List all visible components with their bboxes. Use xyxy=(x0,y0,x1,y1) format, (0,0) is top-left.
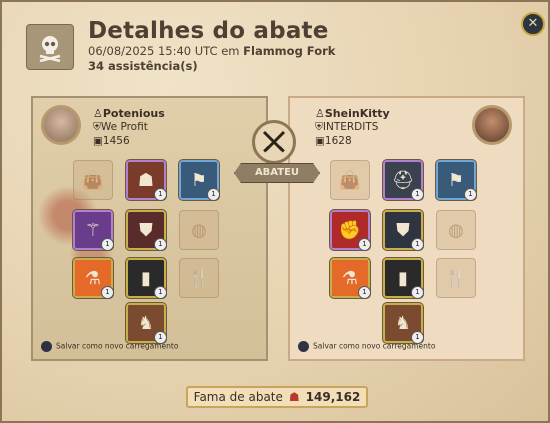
killer-name[interactable]: ♙Potenious xyxy=(93,107,165,120)
victim-avatar[interactable] xyxy=(472,105,512,145)
slot-potion[interactable]: ⚗ 1 xyxy=(330,258,371,299)
quantity-badge: 1 xyxy=(358,238,371,251)
assist-count: 34 assistência(s) xyxy=(88,59,198,73)
quantity-badge: 1 xyxy=(411,286,424,299)
guild-shield-icon: ⛨ xyxy=(315,121,323,133)
victim-save-loadout[interactable]: Salvar como novo carregamento xyxy=(298,341,435,352)
kill-verb-label: ABATEU xyxy=(234,163,320,183)
killer-guild: ⛨We Profit xyxy=(93,121,148,133)
skull-crossbones-icon xyxy=(26,24,74,70)
killer-save-loadout[interactable]: Salvar como novo carregamento xyxy=(41,341,178,352)
slot-bag[interactable]: 👜 xyxy=(330,160,370,200)
kill-datetime: 06/08/2025 15:40 UTC xyxy=(88,44,218,58)
slot-chest[interactable]: ⛊ 1 xyxy=(126,210,167,251)
kill-location: Flammog Fork xyxy=(243,44,336,58)
victim-ip: ▣1628 xyxy=(315,135,352,147)
item-power-icon: ▣ xyxy=(93,135,103,147)
slot-mount[interactable]: ♞ 1 xyxy=(383,303,424,344)
slot-bag[interactable]: 👜 xyxy=(73,160,113,200)
quantity-badge: 1 xyxy=(207,188,220,201)
close-icon: ✕ xyxy=(527,16,539,31)
close-button[interactable]: ✕ xyxy=(521,12,545,36)
quantity-badge: 1 xyxy=(101,286,114,299)
slot-head[interactable]: ☗ 1 xyxy=(126,160,167,201)
slot-shoes[interactable]: ▮ 1 xyxy=(383,258,424,299)
offhand-icon: ◍ xyxy=(191,219,207,241)
save-icon xyxy=(41,341,52,352)
slot-mainhand[interactable]: ✊ 1 xyxy=(330,210,371,251)
location-prefix: em xyxy=(221,44,240,58)
item-power-icon: ▣ xyxy=(315,135,325,147)
killer-panel: ♙Potenious ⛨We Profit ▣1456 👜 ☗ 1 ⚑ 1 ⚚ 1 ⛊ 1 ◍ ⚗ 1… xyxy=(31,96,268,361)
victim-panel: ♙SheinKitty ⛨INTERDITS ▣1628 👜 ⛑ 1 ⚑ 1 ✊ 1 ⛊ 1 ◍ ⚗… xyxy=(288,96,525,361)
crossed-swords-icon xyxy=(252,120,296,164)
dialog-title: Detalhes do abate xyxy=(88,18,329,44)
bag-icon: 👜 xyxy=(338,169,362,191)
quantity-badge: 1 xyxy=(411,238,424,251)
slot-mount[interactable]: ♞ 1 xyxy=(126,303,167,344)
slot-offhand[interactable]: ◍ xyxy=(436,210,476,250)
food-icon: 🍴 xyxy=(444,267,468,289)
quantity-badge: 1 xyxy=(464,188,477,201)
slot-offhand[interactable]: ◍ xyxy=(179,210,219,250)
guild-shield-icon: ⛨ xyxy=(93,121,101,133)
fame-label: Fama de abate xyxy=(193,390,283,404)
quantity-badge: 1 xyxy=(358,286,371,299)
player-icon: ♙ xyxy=(315,107,325,120)
food-icon: 🍴 xyxy=(187,267,211,289)
player-icon: ♙ xyxy=(93,107,103,120)
kill-details-dialog: Detalhes do abate 06/08/2025 15:40 UTC e… xyxy=(0,0,550,423)
fame-value: 149,162 xyxy=(305,390,361,404)
killer-ip: ▣1456 xyxy=(93,135,130,147)
fame-icon: ☗ xyxy=(288,390,300,404)
quantity-badge: 1 xyxy=(411,188,424,201)
slot-chest[interactable]: ⛊ 1 xyxy=(383,210,424,251)
victim-name[interactable]: ♙SheinKitty xyxy=(315,107,390,120)
slot-head[interactable]: ⛑ 1 xyxy=(383,160,424,201)
slot-shoes[interactable]: ▮ 1 xyxy=(126,258,167,299)
kill-meta: 06/08/2025 15:40 UTC em Flammog Fork xyxy=(88,44,335,58)
offhand-icon: ◍ xyxy=(448,219,464,241)
quantity-badge: 1 xyxy=(154,238,167,251)
slot-cape[interactable]: ⚑ 1 xyxy=(436,160,477,201)
bag-icon: 👜 xyxy=(81,169,105,191)
slot-mainhand[interactable]: ⚚ 1 xyxy=(73,210,114,251)
save-icon xyxy=(298,341,309,352)
slot-food[interactable]: 🍴 xyxy=(436,258,476,298)
slot-potion[interactable]: ⚗ 1 xyxy=(73,258,114,299)
kill-fame-bar: Fama de abate ☗ 149,162 xyxy=(186,386,368,408)
quantity-badge: 1 xyxy=(101,238,114,251)
killer-avatar[interactable] xyxy=(41,105,81,145)
quantity-badge: 1 xyxy=(154,286,167,299)
slot-food[interactable]: 🍴 xyxy=(179,258,219,298)
victim-guild: ⛨INTERDITS xyxy=(315,121,379,133)
slot-cape[interactable]: ⚑ 1 xyxy=(179,160,220,201)
quantity-badge: 1 xyxy=(154,188,167,201)
